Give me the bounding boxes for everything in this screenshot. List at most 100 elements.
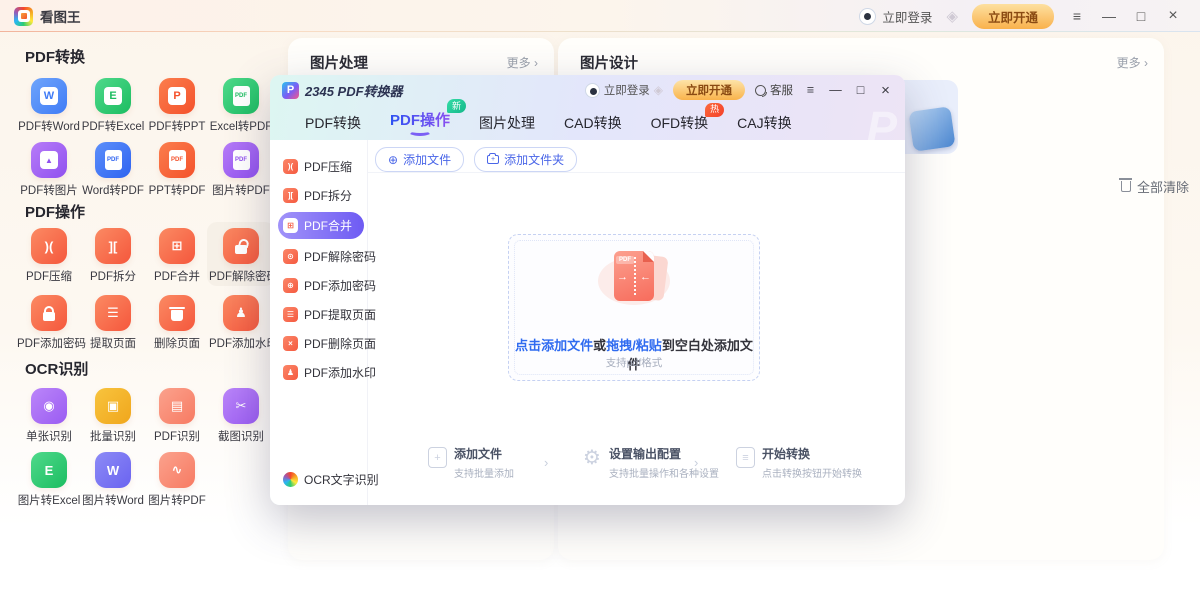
tool-delete-pages[interactable]: 删除页面 xyxy=(145,295,209,351)
tab-pdf-convert[interactable]: PDF转换 xyxy=(305,113,361,133)
toolbar-divider xyxy=(368,172,905,173)
sidebar-item-pdf-compress[interactable]: )( PDF压缩 xyxy=(278,154,367,178)
tool-batch-ocr[interactable]: ▣ 批量识别 xyxy=(81,388,145,444)
support-button[interactable]: 客服 xyxy=(755,82,793,98)
sidebar-item-pdf-remove-password[interactable]: ⊙ PDF解除密码 xyxy=(278,244,367,268)
sidebar-item-pdf-merge[interactable]: ⊞ PDF合并 xyxy=(278,212,364,239)
tool-label: 截图识别 xyxy=(209,428,273,444)
tool-excel-to-pdf[interactable]: PDF Excel转PDF xyxy=(209,78,273,134)
image-design-more-link[interactable]: 更多 › xyxy=(1117,54,1148,71)
tab-ofd-convert[interactable]: OFD转换 热 xyxy=(651,113,709,133)
add-file-button[interactable]: ⊕ 添加文件 xyxy=(375,147,464,172)
tab-cad-convert[interactable]: CAD转换 xyxy=(564,113,622,133)
tool-label: Word转PDF xyxy=(81,182,145,198)
split-mini-icon: ][ xyxy=(283,188,298,203)
watermark-mini-icon: ♟ xyxy=(283,365,298,380)
tool-label: 单张识别 xyxy=(17,428,81,444)
app-window: 看图王 立即登录 ◈ 立即开通 ≡ — □ × 图片处理 更多 › 图片设计 更… xyxy=(0,0,1200,600)
add-file-label: 添加文件 xyxy=(403,151,451,168)
tool-label: 图片转Excel xyxy=(17,492,81,508)
image-to-excel-icon: E xyxy=(31,452,67,488)
file-dropzone[interactable]: PDF → ← 点击添加文件或拖拽/粘贴到空白处添加文件 支持pdf格式 xyxy=(508,234,760,381)
image-process-more-link[interactable]: 更多 › xyxy=(507,54,538,71)
sidebar-item-label: PDF解除密码 xyxy=(304,248,376,265)
dialog-logo-icon: P xyxy=(282,82,299,99)
tool-label: PPT转PDF xyxy=(145,182,209,198)
tool-single-ocr[interactable]: ◉ 单张识别 xyxy=(17,388,81,444)
step-title: 开始转换 xyxy=(762,445,862,462)
sidebar-item-label: PDF压缩 xyxy=(304,158,352,175)
tool-label: 图片转PDF xyxy=(145,492,209,508)
step-title: 设置输出配置 xyxy=(609,445,719,462)
login-button[interactable]: 立即登录 xyxy=(859,7,932,26)
close-icon[interactable]: × xyxy=(1164,7,1182,25)
sidebar-item-pdf-add-password[interactable]: ⊕ PDF添加密码 xyxy=(278,273,367,297)
dialog-main: ⊕ 添加文件 + 添加文件夹 PDF xyxy=(368,140,905,505)
sidebar-item-pdf-watermark[interactable]: ♟ PDF添加水印 xyxy=(278,360,367,384)
tab-caj-convert[interactable]: CAJ转换 xyxy=(737,113,791,133)
tab-image-process[interactable]: 图片处理 xyxy=(479,113,535,133)
tool-extract-pages[interactable]: ☰ 提取页面 xyxy=(81,295,145,351)
upgrade-button[interactable]: 立即开通 xyxy=(972,4,1054,29)
add-folder-label: 添加文件夹 xyxy=(504,151,564,168)
section-title-pdf-ops: PDF操作 xyxy=(25,201,85,222)
sidebar-item-label: PDF添加水印 xyxy=(304,364,376,381)
sidebar-item-pdf-split[interactable]: ][ PDF拆分 xyxy=(278,183,367,207)
extract-mini-icon: ☰ xyxy=(283,307,298,322)
dialog-login-label: 立即登录 xyxy=(604,82,650,98)
menu-icon[interactable]: ≡ xyxy=(1068,8,1086,24)
sidebar-item-label: PDF提取页面 xyxy=(304,306,376,323)
tool-label: PDF合并 xyxy=(145,268,209,284)
trash-icon xyxy=(1121,181,1131,192)
tool-pdf-add-password[interactable]: PDF添加密码 xyxy=(17,295,81,351)
dialog-minimize-icon[interactable]: — xyxy=(828,83,843,97)
add-folder-button[interactable]: + 添加文件夹 xyxy=(474,147,577,172)
clear-all-button[interactable]: 全部清除 xyxy=(1121,177,1189,196)
minimize-icon[interactable]: — xyxy=(1100,8,1118,24)
tool-ppt-to-pdf[interactable]: PDF PPT转PDF xyxy=(145,142,209,198)
clear-all-label: 全部清除 xyxy=(1137,177,1189,196)
dialog-avatar-icon xyxy=(585,83,600,98)
dialog-upgrade-button[interactable]: 立即开通 xyxy=(673,80,745,100)
sidebar-item-pdf-delete-pages[interactable]: × PDF删除页面 xyxy=(278,331,367,355)
tool-image-to-pdf[interactable]: PDF 图片转PDF xyxy=(209,142,273,198)
tool-image-to-pdf-ocr[interactable]: ∿ 图片转PDF xyxy=(145,452,209,508)
tool-label: 批量识别 xyxy=(81,428,145,444)
vip-diamond-icon[interactable]: ◈ xyxy=(946,7,958,25)
tool-pdf-to-image[interactable]: ▲ PDF转图片 xyxy=(17,142,81,198)
tool-pdf-to-excel[interactable]: E PDF转Excel xyxy=(81,78,145,134)
tool-pdf-compress[interactable]: )( PDF压缩 xyxy=(17,228,81,284)
app-title: 看图王 xyxy=(40,6,81,26)
dialog-maximize-icon[interactable]: □ xyxy=(853,83,868,97)
sidebar-item-pdf-extract-pages[interactable]: ☰ PDF提取页面 xyxy=(278,302,367,326)
tool-label: PDF识别 xyxy=(145,428,209,444)
dropzone-hint: 支持pdf格式 xyxy=(509,355,759,370)
tool-screenshot-ocr[interactable]: ✂ 截图识别 xyxy=(209,388,273,444)
tool-label: PDF压缩 xyxy=(17,268,81,284)
section-title-ocr: OCR识别 xyxy=(25,358,88,379)
convert-doc-icon: ≡ xyxy=(736,447,755,468)
tab-pdf-ops[interactable]: PDF操作 新 xyxy=(390,109,450,136)
dialog-login-button[interactable]: 立即登录 ◈ xyxy=(585,82,663,98)
tool-image-to-excel[interactable]: E 图片转Excel xyxy=(17,452,81,508)
dialog-close-icon[interactable]: × xyxy=(878,82,893,99)
dialog-menu-icon[interactable]: ≡ xyxy=(803,83,818,97)
step-chevron: › xyxy=(544,455,548,470)
tool-pdf-watermark[interactable]: ♟ PDF添加水印 xyxy=(209,295,273,351)
tool-pdf-remove-password[interactable]: PDF解除密码 xyxy=(209,228,273,284)
tool-image-to-word[interactable]: W 图片转Word xyxy=(81,452,145,508)
dialog-titlebar: P 2345 PDF转换器 立即登录 ◈ 立即开通 客服 ≡ — □ × xyxy=(270,75,905,105)
tool-pdf-merge[interactable]: ⊞ PDF合并 xyxy=(145,228,209,284)
delete-mini-icon: × xyxy=(283,336,298,351)
pdf-watermark-icon: ♟ xyxy=(223,295,259,331)
tool-label: 图片转PDF xyxy=(209,182,273,198)
tool-pdf-to-word[interactable]: W PDF转Word xyxy=(17,78,81,134)
tool-pdf-ocr[interactable]: ▤ PDF识别 xyxy=(145,388,209,444)
tool-word-to-pdf[interactable]: PDF Word转PDF xyxy=(81,142,145,198)
tool-pdf-split[interactable]: ][ PDF拆分 xyxy=(81,228,145,284)
tool-label: 图片转Word xyxy=(81,492,145,508)
tool-pdf-to-ppt[interactable]: P PDF转PPT xyxy=(145,78,209,134)
main-titlebar: 看图王 立即登录 ◈ 立即开通 ≡ — □ × xyxy=(0,0,1200,32)
unlock-mini-icon: ⊙ xyxy=(283,249,298,264)
maximize-icon[interactable]: □ xyxy=(1132,8,1150,24)
